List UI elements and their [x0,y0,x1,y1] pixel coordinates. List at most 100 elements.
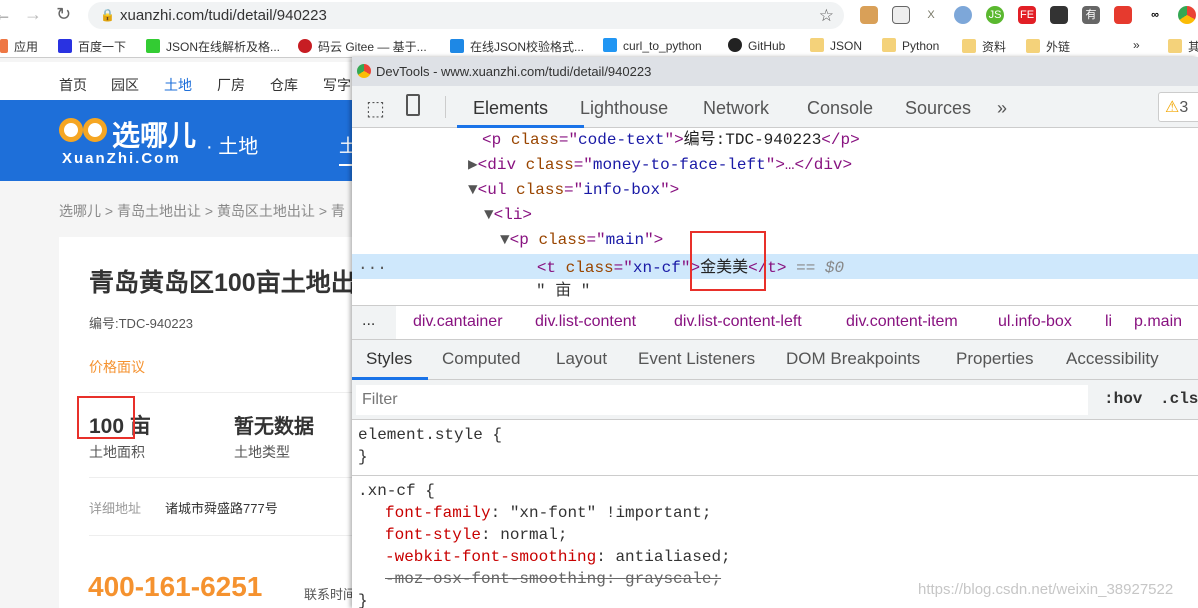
bookmark-folder-wailian[interactable]: 外链 [1026,38,1070,55]
logo-text[interactable]: 选哪儿 [112,114,196,154]
phone-number[interactable]: 400-161-6251 [88,571,262,603]
back-icon[interactable]: ← [0,4,12,25]
tab-properties[interactable]: Properties [956,349,1033,369]
bookmark-github[interactable]: GitHub [728,38,785,53]
bookmark-baidu[interactable]: 百度一下 [58,38,126,55]
chrome-icon [357,64,371,78]
lock-icon: 🔒 [100,8,115,22]
tab-styles[interactable]: Styles [366,349,412,369]
o-icon[interactable] [954,6,972,24]
logo-subtext: XuanZhi.Com [62,150,181,167]
tab-console[interactable]: Console [807,98,873,119]
bookmark-folder-json[interactable]: JSON [810,38,862,53]
site-nav: 首页 园区 土地 厂房 仓库 写字 [0,62,352,100]
address-bar[interactable]: 🔒 xuanzhi.com/tudi/detail/940223 ☆ [88,2,844,29]
site-banner: 选哪儿 XuanZhi.Com · 土地 土 [0,100,357,181]
tab-event-listeners[interactable]: Event Listeners [638,349,755,369]
crumb-p-main[interactable]: p.main [1134,313,1182,331]
price: 价格面议 [89,359,145,375]
devtools-tabs: ⬚ Elements Lighthouse Network Console So… [352,86,1198,128]
tab-network[interactable]: Network [703,98,769,119]
dom-breadcrumb: ... div.cantainer div.list-content div.l… [352,305,1198,340]
crumb-current[interactable]: 青 [331,203,345,219]
tab-dom-breakpoints[interactable]: DOM Breakpoints [786,349,920,369]
declaration[interactable]: -webkit-font-smoothing: antialiased; [358,546,1192,568]
breadcrumb: 选哪儿 > 青岛土地出让 > 黄岛区土地出让 > 青 [59,203,345,219]
dom-node-li[interactable]: ▼<li> [484,203,532,228]
reload-icon[interactable]: ↻ [56,4,71,25]
red-icon[interactable] [1114,6,1132,24]
warnings-badge[interactable]: ⚠3 [1158,92,1198,122]
type-label: 土地类型 [234,444,290,460]
page-title: 青岛黄岛区100亩土地出 [89,269,352,297]
dom-node-p-main[interactable]: ▼<p class="main"> [500,228,663,253]
bookmarks-overflow[interactable]: » [1133,38,1140,52]
crumb-qingdao[interactable]: 青岛土地出让 [117,203,201,219]
nav-park[interactable]: 园区 [111,75,139,95]
x-icon[interactable]: X [922,6,940,24]
crumb-content-item[interactable]: div.content-item [846,313,958,331]
nav-office[interactable]: 写字 [323,75,351,95]
declaration[interactable]: font-family: "xn-font" !important; [358,502,1192,524]
declaration[interactable]: font-style: normal; [358,524,1192,546]
you-icon[interactable]: 有 [1082,6,1100,24]
crumb-list-content-left[interactable]: div.list-content-left [674,313,802,331]
bookmark-folder-python[interactable]: Python [882,38,939,53]
element-style-rule[interactable]: element.style {} [352,420,1198,476]
contact-label: 联系时间 [304,587,352,602]
listing-code: 编号:TDC-940223 [89,316,194,331]
bookmark-json-check[interactable]: 在线JSON校验格式... [450,38,584,55]
dom-node-code-text[interactable]: <p class="code-text">编号:TDC-940223</p> [482,128,860,153]
fe-icon[interactable]: FE [1018,6,1036,24]
tab-elements[interactable]: Elements [473,98,548,119]
tab-lighthouse[interactable]: Lighthouse [580,98,668,119]
watermark: https://blog.csdn.net/weixin_38927522 [918,581,1174,598]
nav-home[interactable]: 首页 [59,75,87,95]
nav-factory[interactable]: 厂房 [217,75,245,95]
forward-icon[interactable]: → [24,4,42,25]
tab-computed[interactable]: Computed [442,349,520,369]
nav-land[interactable]: 土地 [164,75,192,95]
browser-toolbar: ← → ↻ 🔒 xuanzhi.com/tudi/detail/940223 ☆… [0,0,1198,31]
hov-toggle[interactable]: :hov [1104,390,1142,408]
js-toggle-icon[interactable]: JS [986,6,1004,24]
dom-node-selected[interactable]: ··· <t class="xn-cf">金美美</t> == $0 [352,254,1198,279]
bookmark-curl[interactable]: curl_to_python [603,38,702,53]
dom-node-money[interactable]: ▶<div class="money-to-face-left">…</div> [468,153,852,178]
tab-layout[interactable]: Layout [556,349,607,369]
spy-icon[interactable] [1050,6,1068,24]
tab-sources[interactable]: Sources [905,98,971,119]
document-icon[interactable] [892,6,910,24]
crumb-list-content[interactable]: div.list-content [535,313,636,331]
crumb-huangdao[interactable]: 黄岛区土地出让 [217,203,315,219]
chrome-icon[interactable] [1178,6,1196,24]
styles-filter-input[interactable] [356,385,1088,415]
area-label: 土地面积 [89,444,145,460]
crumb-cantainer[interactable]: div.cantainer [413,313,503,331]
bookmark-folder-other[interactable]: 其 [1168,38,1198,55]
bookmark-apps[interactable]: 应用 [0,38,38,55]
dom-node-info-box[interactable]: ▼<ul class="info-box"> [468,178,679,203]
tab-accessibility[interactable]: Accessibility [1066,349,1159,369]
bookmark-gitee[interactable]: 码云 Gitee — 基于... [298,38,427,55]
breadcrumb-more[interactable]: ... [352,306,396,339]
dom-text-node[interactable]: " 亩 " [536,279,590,304]
cookie-icon[interactable] [860,6,878,24]
crumb-li[interactable]: li [1105,313,1112,331]
star-icon[interactable]: ☆ [819,2,834,29]
device-toolbar-icon[interactable] [406,94,420,116]
inspect-icon[interactable]: ⬚ [366,96,385,121]
crumb-home[interactable]: 选哪儿 [59,203,101,219]
rule-selector[interactable]: .xn-cf { [358,480,1192,502]
bookmark-json[interactable]: JSON在线解析及格... [146,38,280,55]
owl-logo-icon [59,118,109,144]
bookmark-folder-ziliao[interactable]: 资料 [962,38,1006,55]
link-icon[interactable]: ∞ [1146,6,1164,24]
cls-toggle[interactable]: .cls [1160,390,1198,408]
crumb-info-box[interactable]: ul.info-box [998,313,1072,331]
nav-warehouse[interactable]: 仓库 [270,75,298,95]
style-rules: element.style {} .xn-cf { font-family: "… [352,420,1198,608]
highlight-box [690,231,766,291]
address-value: 诸城市舜盛路777号 [165,501,278,516]
more-tabs-button[interactable]: » [997,98,1007,119]
